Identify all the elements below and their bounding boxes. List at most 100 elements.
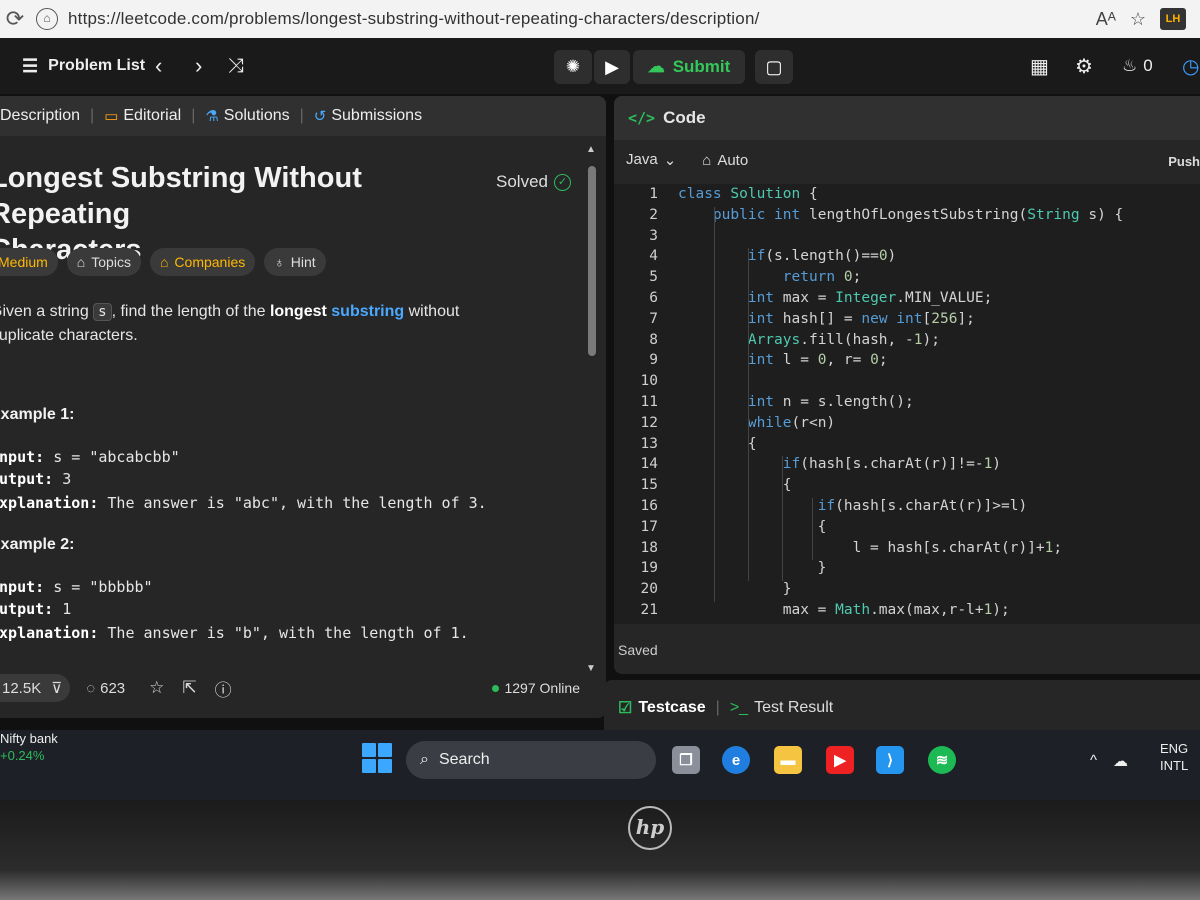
- tab-testcase[interactable]: ☑ Testcase: [618, 698, 706, 718]
- description-scrollbar[interactable]: ▲ ▼: [586, 144, 598, 674]
- read-aloud-icon[interactable]: Aᴬ: [1096, 9, 1116, 30]
- checkbox-icon: ☑: [618, 700, 633, 717]
- submit-button[interactable]: ☁ Submit: [633, 50, 745, 84]
- language-label: Java: [626, 151, 658, 168]
- code-line[interactable]: l = hash[s.charAt(r)]+1;: [678, 540, 1063, 556]
- comments-button[interactable]: ◌ 623: [86, 680, 125, 697]
- debug-icon[interactable]: ✺: [554, 50, 592, 84]
- input-language-indicator[interactable]: ENG INTL: [1160, 740, 1188, 774]
- next-problem-icon[interactable]: ›: [195, 38, 202, 94]
- line-number: 17: [640, 518, 658, 535]
- code-line[interactable]: return 0;: [678, 269, 862, 285]
- share-icon[interactable]: ⇱: [182, 678, 196, 698]
- code-line[interactable]: {: [678, 436, 757, 452]
- note-icon[interactable]: ▢: [755, 50, 793, 84]
- language-select[interactable]: Java ⌄: [626, 151, 676, 169]
- weather-cloud-icon[interactable]: ☁: [1113, 752, 1128, 770]
- stock-ticker-widget[interactable]: Nifty bank +0.24%: [0, 730, 58, 764]
- code-line[interactable]: int l = 0, r= 0;: [678, 352, 888, 368]
- code-line[interactable]: Arrays.fill(hash, -1);: [678, 332, 940, 348]
- inline-code: s: [93, 303, 112, 321]
- code-line[interactable]: }: [678, 581, 792, 597]
- code-line[interactable]: {: [678, 519, 827, 535]
- line-number: 6: [649, 290, 658, 306]
- topics-tag[interactable]: ⌂ Topics: [66, 248, 141, 276]
- ticker-change: +0.24%: [0, 748, 45, 763]
- lang-code: ENG: [1160, 741, 1189, 756]
- companies-label: Companies: [174, 254, 246, 270]
- scroll-up-icon[interactable]: ▲: [586, 144, 596, 155]
- extension-icon[interactable]: LH: [1160, 8, 1186, 30]
- favorite-star-icon[interactable]: ☆: [1130, 9, 1146, 30]
- tab-description[interactable]: Description: [0, 107, 90, 125]
- tag-icon: ⌂: [76, 254, 86, 270]
- substring-link[interactable]: substring: [331, 303, 404, 320]
- code-line[interactable]: public int lengthOfLongestSubstring(Stri…: [678, 207, 1123, 223]
- code-line[interactable]: {: [678, 477, 792, 493]
- lock-icon: ⌂: [702, 151, 712, 169]
- like-count[interactable]: 12.5K: [2, 680, 41, 697]
- code-line[interactable]: while(r<n): [678, 415, 835, 431]
- tab-test-result[interactable]: >_ Test Result: [730, 699, 833, 717]
- search-label: Search: [438, 751, 490, 768]
- problem-description: Given a string s, find the length of the…: [0, 300, 520, 348]
- tab-submissions[interactable]: ↺ Submissions: [304, 107, 432, 125]
- code-line[interactable]: class Solution {: [678, 186, 818, 202]
- scrollbar-thumb[interactable]: [588, 166, 596, 356]
- line-number: 21: [640, 602, 658, 618]
- like-dislike-group[interactable]: 12.5K ⊽: [0, 674, 71, 702]
- star-icon[interactable]: ☆: [149, 678, 164, 698]
- testcase-label: Testcase: [638, 699, 706, 716]
- code-line[interactable]: if(s.length()==0): [678, 248, 896, 264]
- task-view-icon[interactable]: ❐: [672, 746, 700, 774]
- taskbar-search[interactable]: ⌕ Search: [406, 741, 656, 779]
- prev-problem-icon[interactable]: ‹: [155, 38, 162, 94]
- tab-solutions[interactable]: ⚗ Solutions: [195, 107, 299, 125]
- input-label: Input:: [0, 578, 45, 596]
- problem-tabs: Description | ▭ Editorial | ⚗ Solutions …: [0, 96, 606, 136]
- windows-start-icon[interactable]: [362, 743, 392, 773]
- code-line[interactable]: int hash[] = new int[256];: [678, 311, 975, 327]
- spotify-icon[interactable]: ≋: [928, 746, 956, 774]
- code-line[interactable]: }: [678, 560, 827, 576]
- problem-list-button[interactable]: ☰ Problem List: [22, 38, 145, 94]
- url-field[interactable]: https://leetcode.com/problems/longest-su…: [68, 9, 760, 29]
- file-explorer-icon[interactable]: ▬: [774, 746, 802, 774]
- line-number: 19: [640, 560, 658, 577]
- auto-mode-label: Auto: [717, 151, 749, 169]
- problem-list-label: Problem List: [48, 57, 146, 74]
- thumbs-down-icon[interactable]: ⊽: [51, 679, 62, 697]
- code-line[interactable]: if(hash[s.charAt(r)]>=l): [678, 498, 1028, 514]
- difficulty-tag[interactable]: Medium: [0, 248, 58, 276]
- run-icon[interactable]: ▶: [594, 50, 630, 84]
- code-line[interactable]: max = Math.max(max,r-l+1);: [678, 602, 1010, 618]
- solved-label: Solved: [496, 172, 548, 191]
- code-line[interactable]: int max = Integer.MIN_VALUE;: [678, 290, 992, 306]
- timer-icon[interactable]: ◷: [1182, 38, 1199, 94]
- vscode-icon[interactable]: ⟩: [876, 746, 904, 774]
- lock-icon[interactable]: ⌂: [36, 8, 58, 30]
- shuffle-icon[interactable]: ⤨: [228, 38, 244, 94]
- code-line[interactable]: if(hash[s.charAt(r)]!=-1): [678, 456, 1001, 472]
- push-button[interactable]: Push: [1168, 154, 1200, 169]
- streak-counter[interactable]: ♨ 0: [1122, 38, 1153, 94]
- flame-icon: ♨: [1122, 56, 1138, 75]
- edge-browser-icon[interactable]: e: [722, 746, 750, 774]
- layout-grid-icon[interactable]: ▦: [1030, 38, 1049, 94]
- settings-gear-icon[interactable]: ⚙: [1075, 38, 1093, 94]
- companies-tag[interactable]: ⌂ Companies: [149, 248, 256, 276]
- hint-label: Hint: [290, 254, 316, 270]
- tab-editorial[interactable]: ▭ Editorial: [94, 107, 191, 125]
- example-1-heading: Example 1:: [0, 406, 75, 423]
- reload-icon[interactable]: ⟳: [0, 6, 30, 32]
- line-number: 20: [640, 581, 658, 598]
- youtube-icon[interactable]: ▶: [826, 746, 854, 774]
- auto-mode-toggle[interactable]: ⌂ Auto: [702, 152, 748, 169]
- line-number: 15: [640, 477, 658, 494]
- code-header: </> Code: [614, 96, 1200, 140]
- help-icon[interactable]: ⓘ: [215, 676, 232, 701]
- hint-tag[interactable]: ♁ Hint: [264, 248, 326, 276]
- chevron-up-icon[interactable]: ^: [1090, 752, 1097, 770]
- terminal-icon: >_: [729, 699, 749, 716]
- code-editor[interactable]: 1 2 3 4 5 6 7 8 9 10 11 12 13 14 15 16 17 18 19 20 21 class S…: [614, 184, 1200, 624]
